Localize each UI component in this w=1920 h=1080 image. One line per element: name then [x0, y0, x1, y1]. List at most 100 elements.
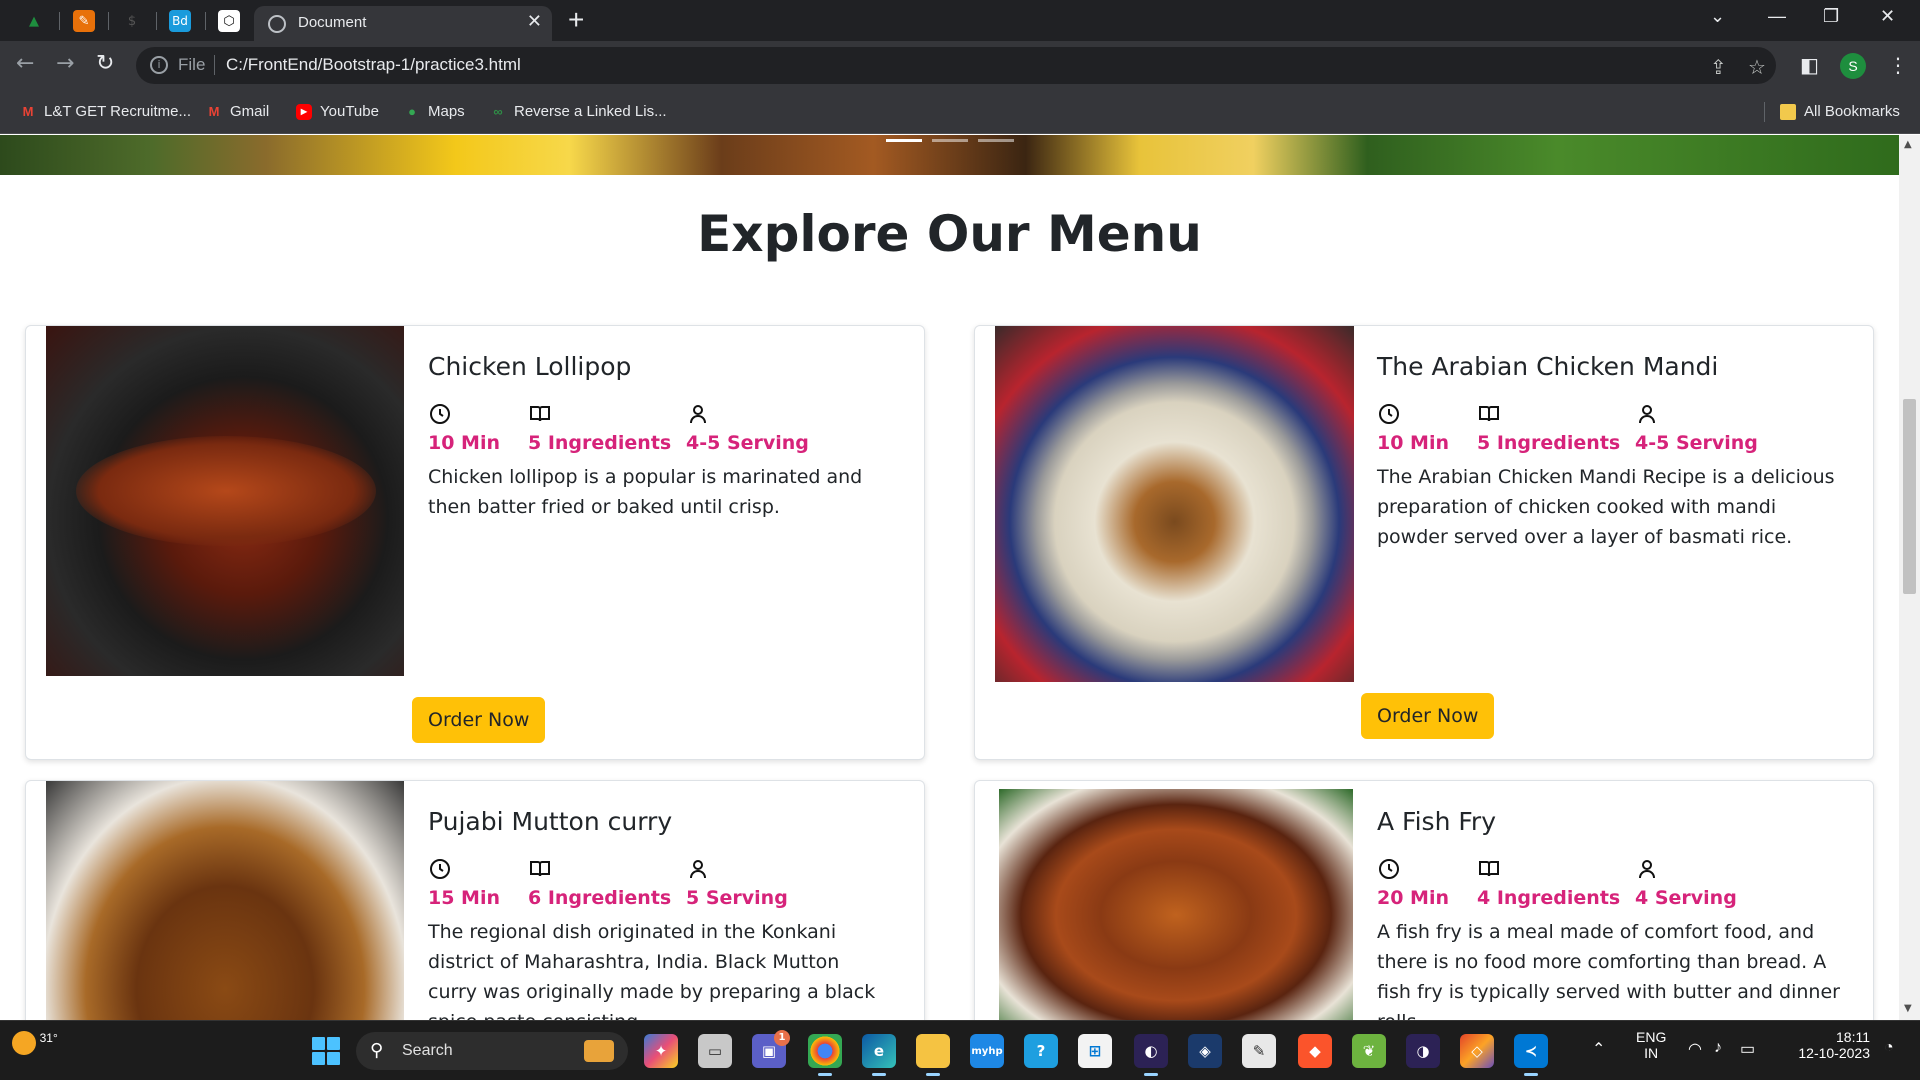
pinned-tab-1[interactable]: ▲: [14, 6, 54, 36]
tab-search-chevron-icon[interactable]: ⌄: [1710, 6, 1725, 27]
file-explorer-icon[interactable]: [916, 1034, 950, 1076]
chicken-lollipop-image: [46, 326, 404, 676]
time-value: 10 Min: [1377, 432, 1450, 454]
order-now-button[interactable]: Order Now: [1361, 693, 1495, 739]
search-placeholder: Search: [402, 1042, 453, 1059]
restore-icon[interactable]: ❐: [1823, 6, 1839, 27]
wifi-icon[interactable]: ◠: [1688, 1039, 1702, 1059]
bookmark-gfg[interactable]: ∞ Reverse a Linked Lis...: [490, 103, 666, 120]
meta-time: 20 Min: [1377, 857, 1449, 909]
profile-avatar[interactable]: S: [1840, 53, 1866, 79]
minimize-icon[interactable]: —: [1768, 6, 1786, 27]
carousel-indicator[interactable]: [978, 139, 1014, 142]
all-bookmarks-label: All Bookmarks: [1804, 103, 1900, 120]
active-tab[interactable]: Document ✕: [254, 6, 552, 41]
brave-icon[interactable]: ◆: [1298, 1034, 1332, 1068]
ingredients-value: 5 Ingredients: [1477, 432, 1621, 454]
page-scrollbar[interactable]: ▲ ▼: [1899, 135, 1920, 1020]
bookmark-youtube[interactable]: ▶ YouTube: [296, 103, 379, 120]
weather-widget[interactable]: 31°: [12, 1031, 58, 1055]
menu-kebab-icon[interactable]: ⋮: [1888, 53, 1908, 77]
myhp-icon[interactable]: myhp: [970, 1034, 1004, 1068]
spring-tool-icon[interactable]: ❦: [1352, 1034, 1386, 1068]
tab-separator: [205, 12, 206, 30]
menu-card: Chicken Lollipop 10 Min 5 Ingredients 4-…: [25, 325, 925, 760]
bookmark-label: Maps: [428, 103, 465, 120]
carousel-indicator[interactable]: [886, 139, 922, 142]
scrollbar-thumb[interactable]: [1903, 399, 1916, 594]
language-indicator[interactable]: ENG IN: [1636, 1029, 1666, 1061]
store-icon[interactable]: ⊞: [1078, 1034, 1112, 1068]
forward-icon[interactable]: →: [56, 51, 74, 76]
new-tab-button[interactable]: +: [568, 4, 584, 36]
pinned-tab-4[interactable]: Bd: [160, 6, 200, 36]
meta-ingredients: 4 Ingredients: [1477, 857, 1620, 909]
book-icon: [530, 406, 550, 422]
bookmark-gmail[interactable]: M Gmail: [206, 103, 270, 120]
card-description: Chicken lollipop is a popular is marinat…: [428, 466, 863, 518]
history-clock-icon: [1379, 404, 1399, 424]
git-icon[interactable]: ◇: [1460, 1034, 1494, 1068]
history-clock-icon: [430, 404, 450, 424]
mutton-curry-image: [46, 781, 404, 1020]
tab-strip: ▲ ✎ $ Bd ⬡ Document ✕ + ⌄ — ❐ ✕: [0, 0, 1920, 41]
windows-logo-tile: [327, 1037, 340, 1050]
teams-chat-icon[interactable]: ▣ 1: [752, 1030, 790, 1068]
meta-serving: 4 Serving: [1635, 857, 1737, 909]
card-meta: 10 Min 5 Ingredients 4-5 Serving: [1377, 402, 1837, 462]
pinned-tab-5[interactable]: ⬡: [209, 6, 249, 36]
url-text[interactable]: C:/FrontEnd/Bootstrap-1/practice3.html: [226, 55, 521, 75]
clock[interactable]: 18:11 12-10-2023: [1780, 1029, 1870, 1061]
pinned-tab-3[interactable]: $: [112, 6, 152, 36]
notepad-icon[interactable]: ✎: [1242, 1034, 1276, 1068]
gmail-icon: M: [22, 103, 34, 119]
folder-icon: [1780, 103, 1796, 120]
time-value: 20 Min: [1377, 887, 1450, 909]
start-button[interactable]: [312, 1037, 340, 1065]
order-now-button[interactable]: Order Now: [412, 697, 546, 743]
globe-icon: [268, 15, 286, 33]
carousel-indicator[interactable]: [932, 139, 968, 142]
vscode-icon[interactable]: ≺: [1514, 1034, 1548, 1076]
serving-value: 5 Serving: [686, 887, 788, 909]
close-window-icon[interactable]: ✕: [1880, 6, 1895, 27]
bd-tab-icon: Bd: [169, 10, 191, 32]
bookmark-label: L&T GET Recruitme...: [44, 103, 191, 120]
windows-logo-tile: [312, 1037, 325, 1050]
taskbar-search[interactable]: ⚲ Search: [356, 1032, 628, 1070]
meta-time: 15 Min: [428, 857, 500, 909]
side-panel-icon[interactable]: ◧: [1800, 53, 1819, 77]
bookmark-label: Gmail: [230, 103, 270, 120]
tray-overflow-icon[interactable]: ⌃: [1592, 1039, 1605, 1059]
edge-icon[interactable]: e: [862, 1034, 896, 1076]
task-view-icon[interactable]: ▭: [698, 1034, 732, 1068]
scroll-down-arrow-icon[interactable]: ▼: [1904, 1003, 1912, 1014]
back-icon[interactable]: ←: [16, 51, 34, 76]
info-icon[interactable]: i: [150, 56, 168, 74]
time-value: 15 Min: [428, 887, 501, 909]
person-icon: [690, 405, 706, 424]
eclipse-icon[interactable]: ◐: [1134, 1034, 1168, 1076]
windows-logo-tile: [312, 1052, 325, 1065]
help-icon[interactable]: ?: [1024, 1034, 1058, 1068]
mysql-workbench-icon[interactable]: ◈: [1188, 1034, 1222, 1068]
battery-icon[interactable]: ▭: [1740, 1039, 1755, 1059]
bookmark-lt-get[interactable]: M L&T GET Recruitme...: [20, 103, 191, 120]
reload-icon[interactable]: ↻: [96, 51, 114, 76]
pinned-tab-2[interactable]: ✎: [64, 6, 104, 36]
clock-time: 18:11: [1836, 1029, 1870, 1045]
bookmark-maps[interactable]: ● Maps: [404, 103, 465, 120]
copilot-icon[interactable]: ✦: [644, 1034, 678, 1068]
address-bar[interactable]: i File C:/FrontEnd/Bootstrap-1/practice3…: [136, 47, 1776, 84]
scroll-up-arrow-icon[interactable]: ▲: [1904, 139, 1912, 150]
share-icon[interactable]: ⇪: [1710, 55, 1727, 79]
volume-icon[interactable]: ♪: [1714, 1039, 1722, 1057]
notification-bell-icon[interactable]: ◔: [1884, 1039, 1894, 1057]
chrome-icon[interactable]: [808, 1034, 842, 1076]
all-bookmarks[interactable]: All Bookmarks: [1780, 103, 1900, 120]
tab-separator: [156, 12, 157, 30]
close-tab-icon[interactable]: ✕: [527, 11, 542, 32]
eclipse-alt-icon[interactable]: ◑: [1406, 1034, 1440, 1068]
bookmark-star-icon[interactable]: ☆: [1748, 55, 1766, 79]
windows-logo-tile: [327, 1052, 340, 1065]
